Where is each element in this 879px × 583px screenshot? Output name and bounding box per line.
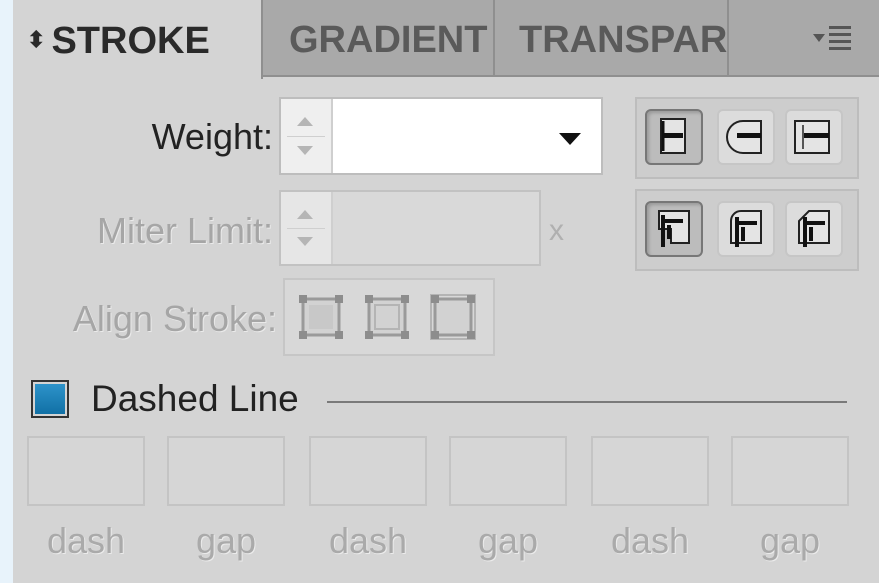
dropdown-arrow-icon[interactable] — [559, 133, 581, 145]
miter-join-icon[interactable] — [645, 201, 703, 257]
updown-arrows-icon: ⬍ — [27, 27, 46, 52]
round-cap-icon[interactable] — [717, 109, 775, 165]
dash-field-3[interactable] — [591, 436, 709, 506]
dash-label-1: dash — [46, 520, 126, 561]
tab-transparency[interactable]: TRANSPAR — [497, 0, 729, 75]
gap-field-2[interactable] — [449, 436, 567, 506]
weight-field[interactable] — [279, 97, 603, 175]
stepper-down-icon[interactable] — [297, 146, 313, 155]
tab-gradient[interactable]: GRADIENT — [265, 0, 495, 75]
gap-label-2: gap — [477, 520, 539, 561]
tab-stroke-label: STROKE — [51, 20, 210, 62]
gap-label-3: gap — [759, 520, 821, 561]
stroke-panel: ⬍ STROKE GRADIENT TRANSPAR Weight: Miter… — [13, 0, 879, 583]
dash-field-1[interactable] — [27, 436, 145, 506]
stepper-up-icon[interactable] — [297, 210, 313, 219]
align-stroke-label: Align Stroke: — [72, 298, 277, 339]
join-button-group — [635, 189, 859, 271]
gap-label-1: gap — [195, 520, 257, 561]
cap-button-group — [635, 97, 859, 179]
align-outside-icon[interactable] — [425, 289, 481, 345]
weight-stepper[interactable] — [281, 99, 333, 173]
dashed-line-checkbox[interactable] — [31, 380, 69, 418]
gap-field-3[interactable] — [731, 436, 849, 506]
miter-suffix: x — [549, 214, 564, 247]
miter-limit-field[interactable] — [279, 190, 541, 266]
miter-stepper[interactable] — [281, 192, 333, 264]
projecting-cap-icon[interactable] — [785, 109, 843, 165]
panel-menu-icon[interactable] — [813, 20, 863, 60]
dashed-line-label: Dashed Line — [91, 378, 299, 419]
gap-field-1[interactable] — [167, 436, 285, 506]
tab-transparency-label: TRANSPAR — [519, 19, 728, 61]
section-divider — [327, 401, 847, 403]
weight-label: Weight: — [151, 116, 273, 157]
miter-limit-label: Miter Limit: — [96, 210, 273, 251]
tab-bar: ⬍ STROKE GRADIENT TRANSPAR — [13, 0, 879, 79]
round-join-icon[interactable] — [717, 201, 775, 257]
align-inside-icon[interactable] — [359, 289, 415, 345]
butt-cap-icon[interactable] — [645, 109, 703, 165]
align-center-icon[interactable] — [293, 289, 349, 345]
tab-gradient-label: GRADIENT — [289, 19, 488, 61]
tab-stroke[interactable]: ⬍ STROKE — [13, 0, 263, 79]
dash-label-2: dash — [328, 520, 408, 561]
bevel-join-icon[interactable] — [785, 201, 843, 257]
stepper-up-icon[interactable] — [297, 117, 313, 126]
stepper-down-icon[interactable] — [297, 237, 313, 246]
dash-label-3: dash — [610, 520, 690, 561]
align-stroke-group — [283, 278, 495, 356]
dash-field-2[interactable] — [309, 436, 427, 506]
